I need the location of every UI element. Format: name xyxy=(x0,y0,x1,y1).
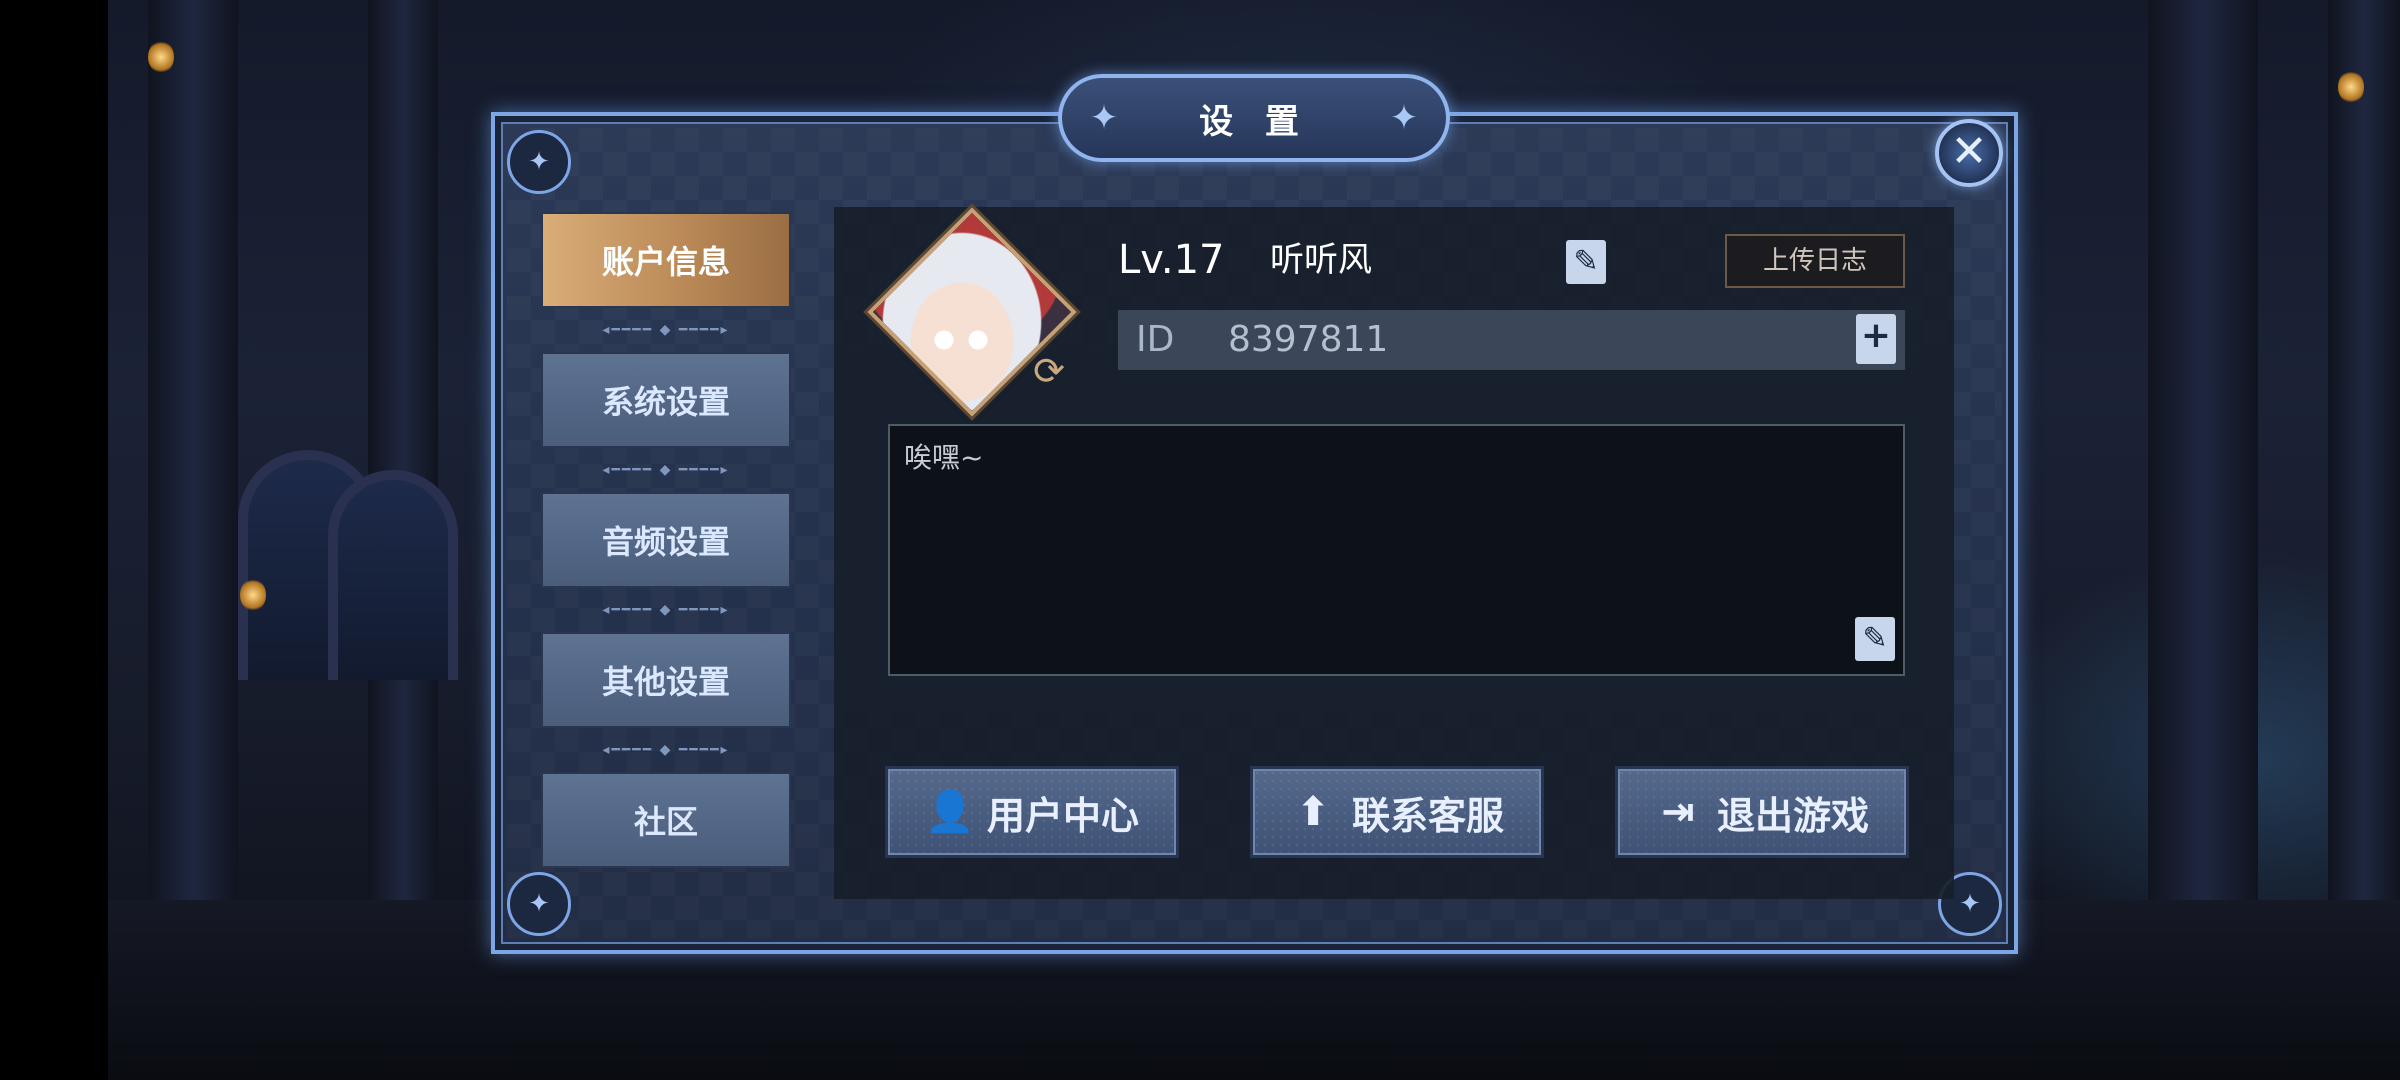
tab-other-settings[interactable]: 其他设置 xyxy=(541,632,791,728)
torch-light xyxy=(240,578,266,612)
background-pillar xyxy=(2148,0,2258,900)
change-avatar-icon[interactable]: ⟳ xyxy=(1028,350,1070,392)
player-id-label: ID xyxy=(1136,319,1175,360)
close-button[interactable]: ✕ xyxy=(1935,119,2003,187)
title-star-icon: ✦ xyxy=(1089,98,1119,138)
contact-support-label: 联系客服 xyxy=(1351,793,1504,838)
corner-ornament-icon: ✦ xyxy=(507,872,571,936)
tab-divider: ◂━━━━ ◆ ━━━━▸ xyxy=(602,602,730,618)
background-pillar xyxy=(368,0,438,900)
dialog-title: 设 置 xyxy=(1199,101,1309,142)
player-nickname: 听听风 xyxy=(1270,240,1372,280)
edit-nickname-icon[interactable]: ✎ xyxy=(1566,240,1606,284)
dialog-title-plate: ✦ 设 置 ✦ xyxy=(1058,74,1450,162)
logout-icon: ⇥ xyxy=(1661,789,1695,835)
upload-log-button[interactable]: 上传日志 xyxy=(1725,234,1905,288)
torch-light xyxy=(2338,70,2364,104)
game-screen: ✦ ✦ ✦ ✦ 设 置 ✦ ✕ 账户信息 ◂━━━━ ◆ ━━━━▸ 系统设置 … xyxy=(0,0,2400,1080)
tab-account-info[interactable]: 账户信息 xyxy=(541,212,791,308)
corner-ornament-icon: ✦ xyxy=(507,130,571,194)
tab-divider: ◂━━━━ ◆ ━━━━▸ xyxy=(602,322,730,338)
tab-system-settings[interactable]: 系统设置 xyxy=(541,352,791,448)
user-center-label: 用户中心 xyxy=(986,793,1139,838)
exit-game-label: 退出游戏 xyxy=(1716,793,1869,838)
user-icon: 👤 xyxy=(924,789,975,835)
close-icon: ✕ xyxy=(1950,126,1988,177)
tab-community[interactable]: 社区 xyxy=(541,772,791,868)
copy-id-icon[interactable]: + xyxy=(1856,314,1896,364)
tab-audio-settings[interactable]: 音频设置 xyxy=(541,492,791,588)
contact-support-button[interactable]: ⬆ 联系客服 xyxy=(1250,766,1544,858)
signature-box[interactable]: 唉嘿~ xyxy=(888,424,1905,676)
background-pillar xyxy=(148,0,238,900)
tab-divider: ◂━━━━ ◆ ━━━━▸ xyxy=(602,462,730,478)
background-pillar xyxy=(2328,0,2400,900)
exit-game-button[interactable]: ⇥ 退出游戏 xyxy=(1615,766,1909,858)
player-level: Lv.17 xyxy=(1118,237,1225,283)
upload-arrow-icon: ⬆ xyxy=(1296,789,1330,835)
letterbox xyxy=(0,0,108,1080)
user-center-button[interactable]: 👤 用户中心 xyxy=(885,766,1179,858)
signature-text: 唉嘿~ xyxy=(904,441,984,474)
player-id-value: 8397811 xyxy=(1228,319,1389,360)
title-star-icon: ✦ xyxy=(1389,98,1419,138)
torch-light xyxy=(148,40,174,74)
tab-divider: ◂━━━━ ◆ ━━━━▸ xyxy=(602,742,730,758)
edit-signature-icon[interactable]: ✎ xyxy=(1855,617,1895,661)
background-window xyxy=(328,470,458,680)
